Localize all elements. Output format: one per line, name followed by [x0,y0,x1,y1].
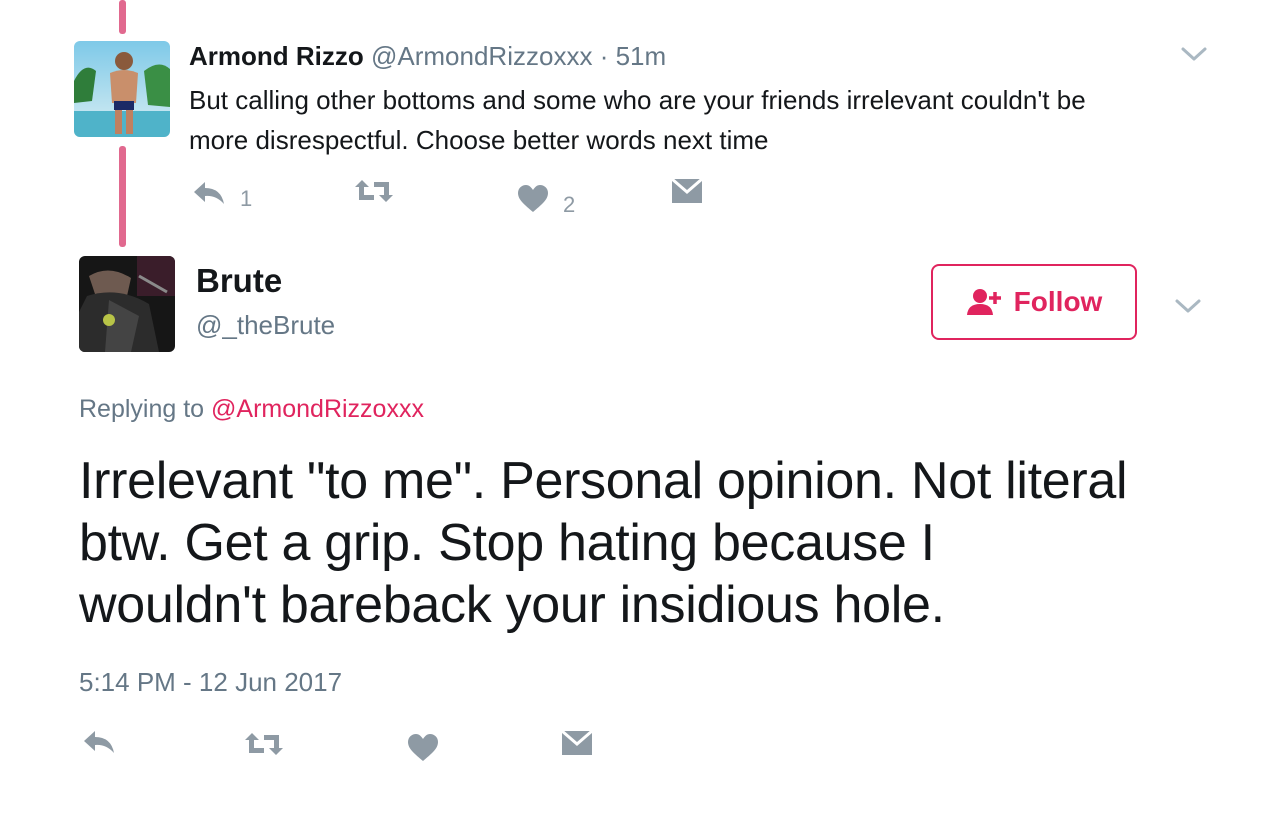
thread-line [119,146,126,247]
replying-handle-link[interactable]: @ArmondRizzoxxx [211,395,424,423]
retweet-button[interactable] [243,731,285,757]
reply-icon [84,731,114,753]
replying-prefix: Replying to [79,395,205,423]
reply-count: 1 [240,186,253,211]
tweet-text-line: more disrespectful. Choose better words … [189,125,769,155]
author-name[interactable]: Armond Rizzo [189,41,364,71]
message-button[interactable] [561,729,593,757]
chevron-down-icon[interactable] [1180,45,1208,63]
thread-line [119,0,126,34]
retweet-icon [245,733,283,755]
follow-label: Follow [1013,286,1103,317]
retweet-icon [355,180,393,202]
heart-icon [408,734,438,761]
chevron-down-icon[interactable] [1174,297,1202,315]
message-icon [671,177,703,203]
follow-user-icon [966,289,1001,315]
like-button[interactable] [407,733,439,763]
tweet-text-line: wouldn't bareback your insidious hole. [79,576,945,634]
author-handle[interactable]: @_theBrute [196,310,335,341]
reply-button[interactable]: 1 [192,174,252,212]
armond-avatar[interactable] [74,41,170,137]
reply-icon [194,182,224,204]
author-name[interactable]: Brute [196,262,282,300]
like-count: 2 [563,192,576,217]
tweet-time[interactable]: · 51m [600,41,666,71]
like-button[interactable]: 2 [517,180,575,218]
brute-avatar[interactable] [79,256,175,352]
retweet-button[interactable] [353,178,395,204]
follow-button[interactable]: Follow [931,264,1137,340]
tweet-text: But calling other bottoms and some who a… [189,80,1086,160]
replying-to: Replying to @ArmondRizzoxxx [79,395,424,424]
message-button[interactable] [671,177,703,205]
heart-icon [518,185,548,212]
tweet-text: Irrelevant "to me". Personal opinion. No… [79,450,1128,636]
tweet-text-line: But calling other bottoms and some who a… [189,85,1086,115]
reply-button[interactable] [82,729,116,755]
tweet-text-line: Irrelevant "to me". Personal opinion. No… [79,452,1128,510]
tweet-text-line: btw. Get a grip. Stop hating because I [79,514,935,572]
message-icon [561,729,593,755]
author-handle[interactable]: @ArmondRizzoxxx [371,41,592,71]
tweet-timestamp[interactable]: 5:14 PM - 12 Jun 2017 [79,667,342,698]
